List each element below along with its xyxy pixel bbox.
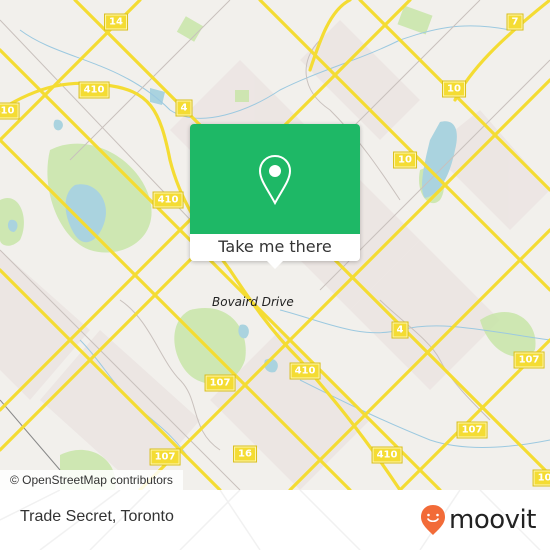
route-shield-107: 107 [149, 448, 181, 466]
route-shield-410: 410 [152, 191, 184, 209]
route-shield-410: 410 [78, 81, 110, 99]
route-shield-107: 107 [456, 421, 488, 439]
place-name: Trade Secret, Toronto [20, 508, 174, 525]
land-residential [300, 20, 420, 140]
pond [150, 88, 165, 105]
park [397, 5, 433, 35]
park [174, 308, 246, 384]
footer-bar: Trade Secret, Toronto moovit [0, 490, 550, 550]
route-shield-7: 7 [506, 13, 524, 31]
route-shield-107: 107 [204, 374, 236, 392]
route-shield-16: 16 [233, 445, 257, 463]
route-shield-410: 410 [0, 102, 20, 120]
park [176, 16, 204, 42]
park [480, 311, 536, 357]
route-shield-10: 10 [442, 80, 466, 98]
map-attribution[interactable]: © OpenStreetMap contributors [0, 470, 183, 490]
street-label-bovaird-drive: Bovaird Drive [212, 295, 294, 309]
route-shield-107: 107 [532, 469, 550, 487]
map-pin-icon [258, 154, 292, 206]
moovit-logo[interactable]: moovit [420, 502, 536, 538]
major-road [453, 0, 550, 102]
moovit-wordmark: moovit [449, 505, 536, 535]
route-shield-14: 14 [104, 13, 128, 31]
route-shield-410: 410 [371, 446, 403, 464]
moovit-pin-smile-icon [421, 505, 445, 535]
railway [0, 399, 61, 471]
route-shield-107: 107 [513, 351, 545, 369]
map-view[interactable]: 14 7 410 410 4 10 10 10 410 410 4 107 10… [0, 0, 550, 490]
route-shield-410: 410 [289, 362, 321, 380]
route-shield-4: 4 [391, 321, 409, 339]
location-popup: Take me there [190, 124, 360, 269]
take-me-there-button[interactable]: Take me there [190, 234, 360, 261]
route-shield-10: 10 [393, 151, 417, 169]
popup-pointer [267, 261, 283, 269]
park [235, 90, 249, 102]
route-shield-4: 4 [175, 99, 193, 117]
popup-header [190, 124, 360, 234]
pond [53, 119, 63, 131]
lake [422, 121, 457, 198]
